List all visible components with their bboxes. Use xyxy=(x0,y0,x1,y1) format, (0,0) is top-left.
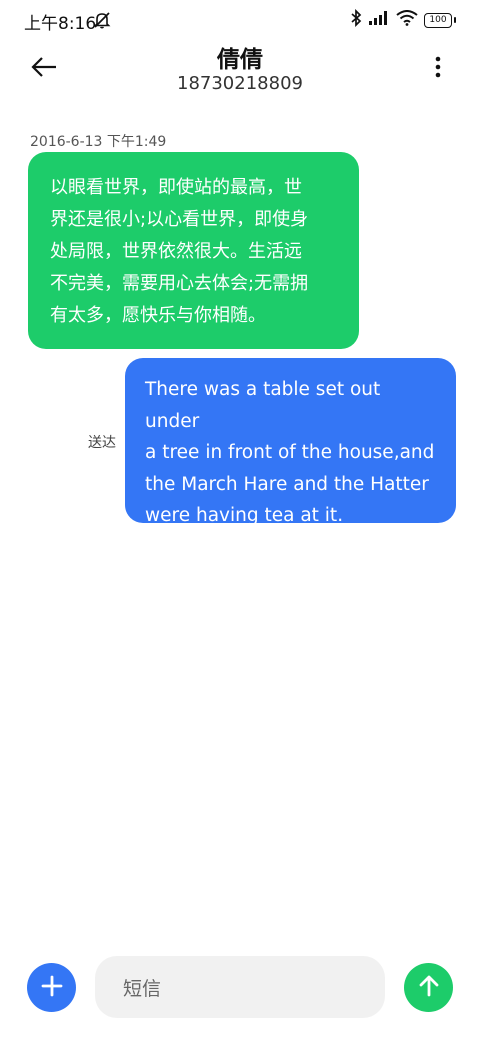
message-timestamp: 2016-6-13 下午1:49 xyxy=(30,134,167,150)
status-bar: 上午8:16 100 xyxy=(0,0,480,40)
send-arrow-up-icon xyxy=(418,974,440,1002)
status-icons: 100 xyxy=(350,8,456,31)
message-line: the March Hare and the Hatter xyxy=(145,473,429,495)
status-time: 上午8:16 xyxy=(24,14,97,34)
messaging-screen: 上午8:16 100 倩倩 18730218809 2016-6-13 下午1:… xyxy=(0,0,480,1040)
conversation-header: 倩倩 18730218809 xyxy=(0,40,480,100)
message-line: There was a table set out under xyxy=(145,379,381,432)
contact-name[interactable]: 倩倩 xyxy=(0,40,480,74)
signal-icon xyxy=(368,10,390,30)
message-line: 处局限，世界依然很大。生活远 xyxy=(50,241,302,262)
more-options-button[interactable] xyxy=(426,56,450,82)
battery-icon: 100 xyxy=(424,12,456,28)
wifi-icon xyxy=(396,10,418,30)
message-line: were having tea at it. xyxy=(145,505,344,526)
mute-icon xyxy=(92,10,112,30)
sent-message-bubble[interactable]: There was a table set out under a tree i… xyxy=(125,358,456,526)
more-vertical-icon xyxy=(435,56,441,82)
bluetooth-icon xyxy=(350,8,362,31)
delivery-status: 送达 xyxy=(88,435,116,451)
message-line: 有太多，愿快乐与你相随。 xyxy=(50,305,266,326)
message-line: a tree in front of the house,and xyxy=(145,442,435,463)
message-input-placeholder: 短信 xyxy=(123,977,162,1000)
message-line: 界还是很小;以心看世界，即使身 xyxy=(50,209,309,230)
plus-icon xyxy=(41,975,63,1001)
message-line: 不完美，需要用心去体会;无需拥 xyxy=(50,273,309,294)
send-button[interactable] xyxy=(404,963,453,1012)
received-message-bubble[interactable]: 以眼看世界，即使站的最高，世 界还是很小;以心看世界，即使身 处局限，世界依然很… xyxy=(28,152,359,349)
contact-number: 18730218809 xyxy=(177,73,303,94)
message-input[interactable]: 短信 xyxy=(95,956,385,1018)
message-line: 以眼看世界，即使站的最高，世 xyxy=(50,177,302,198)
add-attachment-button[interactable] xyxy=(27,963,76,1012)
